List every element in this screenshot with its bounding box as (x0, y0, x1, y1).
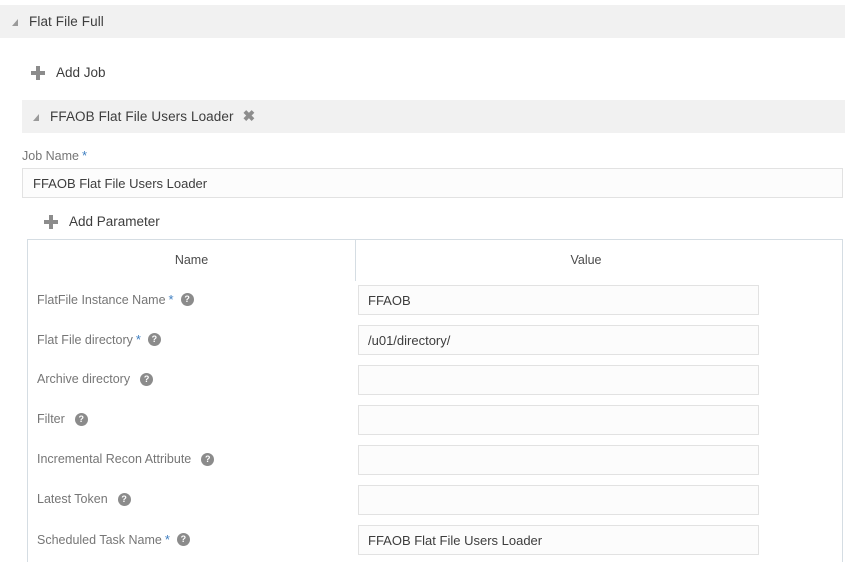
table-row: Scheduled Task Name * ? (28, 521, 842, 561)
table-row: FlatFile Instance Name * ? (28, 281, 842, 321)
table-row: Archive directory ? (28, 361, 842, 401)
help-icon[interactable]: ? (176, 533, 190, 546)
table-row: Latest Token ? (28, 481, 842, 521)
help-icon[interactable]: ? (180, 293, 194, 306)
parameter-name-text: Filter (37, 412, 65, 426)
table-row: Flat File directory * ? (28, 321, 842, 361)
job-name-input[interactable] (22, 168, 843, 198)
parameter-value-input[interactable] (358, 325, 759, 355)
column-header-name: Name (174, 253, 209, 267)
parameter-name-text: Incremental Recon Attribute (37, 452, 192, 466)
required-marker: * (168, 292, 174, 307)
help-icon[interactable]: ? (140, 372, 154, 386)
section-header-ffaob-job[interactable]: FFAOB Flat File Users Loader ✖ (22, 100, 845, 133)
job-name-label: Job Name * (22, 148, 87, 163)
required-marker: * (81, 148, 88, 163)
parameter-value-input[interactable] (358, 445, 759, 475)
parameter-name-text: Flat File directory (37, 332, 133, 347)
help-icon[interactable]: ? (147, 333, 161, 346)
section-title: Flat File Full (29, 14, 104, 29)
parameter-value-input[interactable] (358, 285, 759, 315)
add-parameter-label: Add Parameter (69, 214, 160, 229)
table-row: Filter ? (28, 401, 842, 441)
parameter-label: FlatFile Instance Name * ? (37, 292, 194, 307)
parameter-name-text: FlatFile Instance Name (37, 292, 166, 307)
help-icon[interactable]: ? (117, 492, 131, 506)
column-header-value: Value (570, 253, 602, 267)
add-parameter-button[interactable]: Add Parameter (44, 214, 160, 229)
plus-icon (31, 65, 45, 80)
parameter-label: Latest Token ? (37, 492, 131, 506)
parameter-label: Archive directory ? (37, 372, 154, 386)
table-header-row: Name Value (28, 240, 842, 281)
parameter-label: Scheduled Task Name * ? (37, 532, 190, 547)
close-icon[interactable]: ✖ (243, 109, 256, 124)
parameter-value-input[interactable] (358, 365, 759, 395)
parameter-label: Flat File directory * ? (37, 332, 161, 347)
parameter-name-text: Latest Token (37, 492, 108, 506)
add-job-label: Add Job (56, 65, 106, 80)
triangle-expanded-icon[interactable] (12, 19, 18, 26)
triangle-expanded-icon[interactable] (33, 114, 39, 121)
table-row: Incremental Recon Attribute ? (28, 441, 842, 481)
job-name-label-text: Job Name (22, 149, 79, 163)
help-icon[interactable]: ? (74, 412, 88, 426)
parameter-value-input[interactable] (358, 525, 759, 555)
parameter-name-text: Scheduled Task Name (37, 532, 162, 547)
plus-icon (44, 214, 58, 229)
section-header-flat-file-full[interactable]: Flat File Full (0, 5, 845, 38)
parameters-table: Name Value FlatFile Instance Name* ? Fla… (27, 239, 843, 562)
help-icon[interactable]: ? (201, 452, 215, 466)
parameter-label: Filter ? (37, 412, 88, 426)
required-marker: * (135, 332, 141, 347)
required-marker: * (164, 532, 170, 547)
parameter-value-input[interactable] (358, 405, 759, 435)
parameter-name-text: Archive directory (37, 372, 131, 386)
add-job-button[interactable]: Add Job (31, 65, 106, 80)
parameter-label: Incremental Recon Attribute ? (37, 452, 215, 466)
parameter-value-input[interactable] (358, 485, 759, 515)
job-section-title: FFAOB Flat File Users Loader (50, 109, 234, 124)
